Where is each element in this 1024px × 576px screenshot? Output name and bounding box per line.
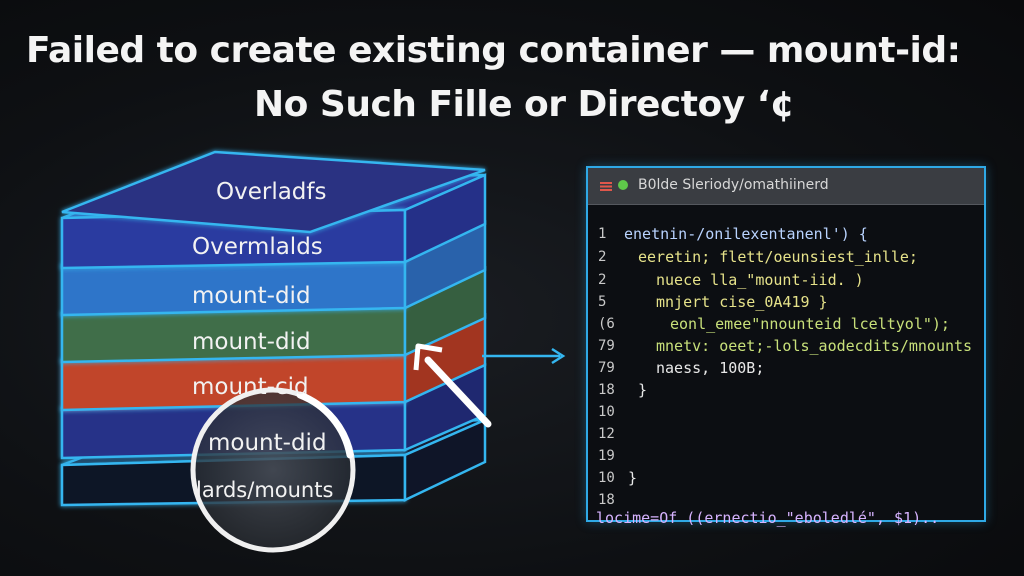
- code-text: mnjert cise_0A419 }: [656, 293, 828, 311]
- line-number: 18: [598, 492, 615, 508]
- code-text: locime=Of ((ernectio_"eboledlé", $1)..: [596, 509, 940, 527]
- line-number: 5: [598, 294, 607, 310]
- code-line: 18}: [588, 380, 984, 400]
- code-text: nuece lla_"mount-iid. ): [656, 271, 864, 289]
- code-line: 79 naess, 100B;: [588, 358, 984, 378]
- layer-label-overmlalds: Overmlalds: [192, 234, 323, 260]
- code-line: 2 nuece lla_"mount-iid. ): [588, 270, 984, 290]
- line-number: 79: [598, 360, 615, 376]
- code-text: eonl_emee"nnounteid lceltyol");: [670, 315, 950, 333]
- menu-icon[interactable]: [600, 182, 612, 191]
- layer-label-overladfs: Overladfs: [216, 179, 327, 205]
- code-text: }: [628, 469, 638, 487]
- code-line: 12: [588, 424, 984, 444]
- code-text: }: [638, 381, 648, 399]
- code-line: 79 mnetv: oeet;-lols_aodecdits/mnounts: [588, 336, 984, 356]
- line-number: 10: [598, 470, 615, 486]
- code-line: 19: [588, 446, 984, 466]
- code-line: 18: [588, 490, 984, 510]
- line-number: 2: [598, 272, 607, 288]
- line-number: 79: [598, 338, 615, 354]
- layer-label-mount-did-green: mount-did: [192, 329, 311, 355]
- line-number: 2: [598, 249, 607, 265]
- line-number: 10: [598, 404, 615, 420]
- line-number: 19: [598, 448, 615, 464]
- code-line: (6 eonl_emee"nnounteid lceltyol");: [588, 314, 984, 334]
- line-number: 1: [598, 226, 607, 242]
- green-dot-icon[interactable]: [618, 180, 628, 190]
- line-number: 18: [598, 382, 615, 398]
- layer-label-mount-did-navy: mount-did: [208, 430, 327, 456]
- code-panel-title: B0lde Sleriody/omathiinerd: [638, 177, 829, 193]
- code-text: mnetv: oeet;-lols_aodecdits/mnounts: [656, 337, 973, 355]
- layer-label-mount-cid-red: mount-cid: [192, 374, 309, 400]
- line-number: 12: [598, 426, 615, 442]
- layer-label-lards-mounts: lards/mounts: [196, 478, 334, 502]
- code-line: locime=Of ((ernectio_"eboledlé", $1)..: [588, 508, 984, 528]
- code-text: naess, 100B;: [656, 359, 765, 377]
- code-line: 2 eeretin; flett/oeunsiest_inlle;: [588, 247, 984, 267]
- code-panel-titlebar: B0lde Sleriody/omathiinerd: [588, 168, 984, 205]
- code-line: 10: [588, 402, 984, 422]
- code-text: enetnin-/onilexentanenl') {: [624, 225, 868, 243]
- line-number: (6: [598, 316, 615, 332]
- magnifier-lens: [190, 387, 356, 553]
- code-line: 1 enetnin-/onilexentanenl') {: [588, 224, 984, 244]
- code-text: eeretin; flett/oeunsiest_inlle;: [638, 248, 918, 266]
- connector-arrow: [482, 347, 566, 365]
- layer-label-mount-did-blue: mount-did: [192, 283, 311, 309]
- code-line: 10}: [588, 468, 984, 488]
- code-line: 5 mnjert cise_0A419 }: [588, 292, 984, 312]
- code-panel: B0lde Sleriody/omathiinerd 1 enetnin-/oni…: [586, 166, 986, 527]
